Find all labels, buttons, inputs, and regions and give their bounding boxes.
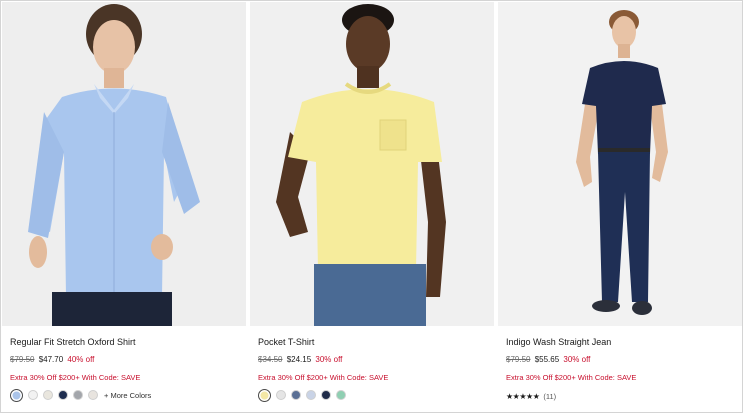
product-rating[interactable]: ★★★★★ (11) [506, 392, 556, 401]
review-count[interactable]: (11) [543, 392, 556, 401]
promo-text: Extra 30% Off $200+ With Code: SAVE [506, 373, 637, 382]
color-swatches: + More Colors [10, 388, 151, 402]
color-swatch[interactable] [306, 390, 316, 400]
product-image[interactable] [2, 2, 246, 326]
promo-text: Extra 30% Off $200+ With Code: SAVE [10, 373, 141, 382]
sale-price: $47.70 [38, 355, 64, 364]
product-image[interactable] [250, 2, 494, 326]
color-swatches [258, 388, 351, 402]
discount-label: 40% off [67, 355, 95, 364]
color-swatch[interactable] [28, 390, 38, 400]
color-swatch[interactable] [88, 390, 98, 400]
original-price: $34.50 [258, 355, 283, 364]
color-swatch[interactable] [10, 388, 23, 402]
product-price: $34.50 $24.15 30% off [258, 355, 342, 364]
product-name[interactable]: Indigo Wash Straight Jean [506, 337, 611, 347]
product-card[interactable]: Pocket T-Shirt $34.50 $24.15 30% off Ext… [250, 2, 494, 410]
product-card[interactable]: Indigo Wash Straight Jean $79.50 $55.65 … [498, 2, 742, 410]
color-swatch[interactable] [58, 390, 68, 400]
straight-jean-model-image [498, 2, 742, 326]
more-colors-link[interactable]: + More Colors [104, 391, 151, 400]
product-image[interactable] [498, 2, 742, 326]
product-card[interactable]: Regular Fit Stretch Oxford Shirt $79.50 … [2, 2, 246, 410]
original-price: $79.50 [506, 355, 531, 364]
discount-label: 30% off [315, 355, 343, 364]
discount-label: 30% off [563, 355, 591, 364]
color-swatch[interactable] [291, 390, 301, 400]
product-price: $79.50 $55.65 30% off [506, 355, 590, 364]
star-rating-icon: ★★★★★ [506, 392, 540, 401]
product-name[interactable]: Pocket T-Shirt [258, 337, 314, 347]
color-swatch[interactable] [43, 390, 53, 400]
promo-text: Extra 30% Off $200+ With Code: SAVE [258, 373, 389, 382]
product-name[interactable]: Regular Fit Stretch Oxford Shirt [10, 337, 136, 347]
sale-price: $55.65 [534, 355, 560, 364]
color-swatch[interactable] [336, 390, 346, 400]
sale-price: $24.15 [286, 355, 312, 364]
oxford-shirt-model-image [2, 2, 246, 326]
product-price: $79.50 $47.70 40% off [10, 355, 94, 364]
pocket-tshirt-model-image [250, 2, 494, 326]
color-swatch[interactable] [321, 390, 331, 400]
color-swatch[interactable] [276, 390, 286, 400]
color-swatch[interactable] [73, 390, 83, 400]
original-price: $79.50 [10, 355, 35, 364]
color-swatch[interactable] [258, 388, 271, 402]
